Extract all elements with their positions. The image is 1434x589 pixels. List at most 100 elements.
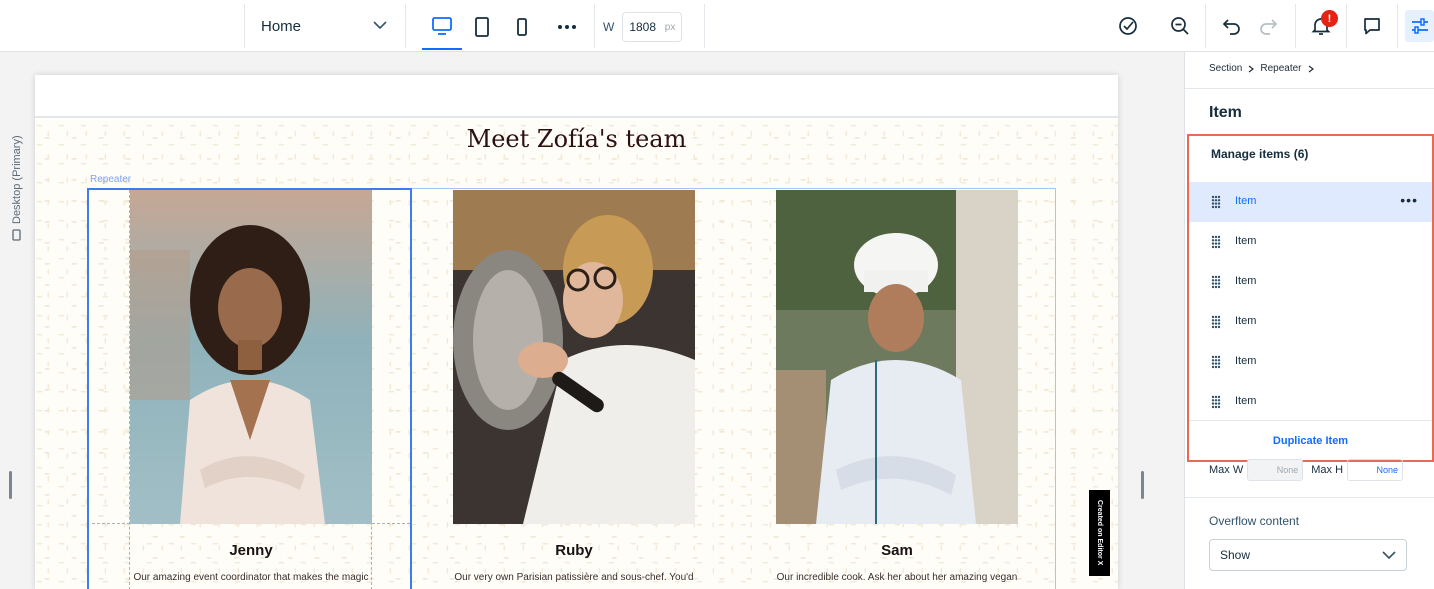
overflow-label: Overflow content [1209, 514, 1300, 528]
comment-icon [1364, 18, 1380, 35]
zoom-out-button[interactable] [1164, 10, 1196, 42]
desktop-view-button[interactable] [422, 4, 462, 50]
drag-handle-icon[interactable] [1211, 275, 1221, 289]
toolbar-divider [594, 4, 595, 48]
max-size-row: Max W None Max H None [1209, 459, 1411, 481]
chevron-right-icon [1308, 65, 1314, 72]
site-page: Meet Zofía's team Repeater Jenny Our ama… [35, 75, 1118, 589]
section-title[interactable]: Meet Zofía's team [35, 125, 1118, 153]
drag-handle-icon[interactable] [1211, 195, 1221, 209]
page-selector[interactable]: Home [245, 4, 405, 48]
team-section[interactable]: Meet Zofía's team Repeater Jenny Our ama… [35, 120, 1118, 589]
manage-item-row[interactable]: Item [1189, 262, 1432, 302]
overflow-value: Show [1220, 548, 1251, 562]
width-value: 1808 [629, 20, 657, 34]
manage-item-label: Item [1235, 275, 1257, 287]
drag-handle-icon[interactable] [1211, 235, 1221, 249]
redo-button[interactable] [1252, 10, 1284, 42]
tablet-icon [475, 17, 489, 37]
breadcrumb: Section Repeater [1209, 63, 1314, 74]
manage-item-label: Item [1235, 395, 1257, 407]
chevron-down-icon [373, 21, 387, 30]
max-h-value: None [1376, 465, 1399, 475]
zoom-out-icon [1171, 17, 1189, 35]
drag-handle-icon[interactable] [1211, 355, 1221, 369]
more-breakpoints-button[interactable] [547, 4, 587, 50]
manage-item-label: Item [1235, 355, 1257, 367]
toolbar-divider [1205, 4, 1206, 48]
breadcrumb-section[interactable]: Section [1209, 63, 1242, 74]
settings-icon [1411, 18, 1428, 34]
overflow-dropdown[interactable]: Show [1209, 539, 1407, 571]
team-bio[interactable]: Our incredible cook. Ask her about her a… [767, 572, 1027, 583]
created-on-editor-x-badge[interactable]: Created on Editor X [1089, 490, 1110, 576]
tablet-view-button[interactable] [462, 4, 502, 50]
manage-item-row[interactable]: Item ••• [1189, 182, 1432, 222]
team-bio[interactable]: Our very own Parisian patissière and sou… [444, 572, 704, 583]
toolbar-divider [1346, 4, 1347, 48]
manage-items-section: Manage items (6) Item ••• Item Item Item… [1187, 134, 1434, 462]
undo-icon [1222, 19, 1240, 35]
width-label: W [603, 20, 615, 34]
team-name[interactable]: Jenny [130, 542, 372, 559]
manage-divider [1189, 420, 1432, 421]
max-h-input[interactable]: None [1347, 459, 1404, 481]
toolbar-divider [704, 4, 705, 48]
max-w-value: None [1276, 465, 1299, 475]
max-h-label: Max H [1311, 464, 1344, 476]
drag-handle-icon[interactable] [1211, 395, 1221, 409]
team-photo-sam[interactable] [776, 190, 1018, 524]
manage-item-label: Item [1235, 195, 1257, 207]
panel-title: Item [1209, 104, 1242, 121]
right-resize-handle[interactable] [1141, 471, 1144, 499]
width-field: W 1808 px [603, 12, 683, 42]
manage-items-title: Manage items (6) [1211, 147, 1309, 161]
inspector-panel: Section Repeater Item Manage items (6) I… [1184, 52, 1434, 589]
desktop-icon [432, 17, 452, 35]
width-input[interactable]: 1808 px [622, 12, 683, 42]
repeater-label: Repeater [90, 174, 132, 185]
mobile-view-button[interactable] [502, 4, 542, 50]
panel-divider [1185, 497, 1434, 498]
duplicate-item-button[interactable]: Duplicate Item [1189, 435, 1432, 447]
desktop-small-icon [10, 228, 24, 242]
manage-item-row[interactable]: Item [1189, 222, 1432, 262]
page-header[interactable] [35, 75, 1118, 118]
team-name[interactable]: Ruby [453, 542, 695, 559]
team-bio[interactable]: Our amazing event coordinator that makes… [121, 572, 381, 583]
width-unit: px [664, 21, 676, 33]
manage-item-label: Item [1235, 315, 1257, 327]
redo-icon [1260, 19, 1278, 35]
more-options-icon[interactable]: ••• [1400, 192, 1418, 208]
max-w-label: Max W [1209, 464, 1244, 476]
mobile-icon [517, 18, 527, 36]
top-toolbar: Home W 1808 px ! [0, 0, 1434, 52]
toolbar-divider [1295, 4, 1296, 48]
chevron-down-icon [1382, 551, 1396, 560]
toolbar-divider [1397, 4, 1398, 48]
comments-button[interactable] [1356, 10, 1388, 42]
checkmark-icon [1119, 17, 1137, 35]
page-selector-label: Home [261, 17, 302, 35]
breadcrumb-repeater[interactable]: Repeater [1260, 63, 1301, 74]
panel-divider [1185, 88, 1434, 89]
more-icon [558, 25, 576, 29]
left-resize-handle[interactable] [9, 471, 12, 499]
manage-item-row[interactable]: Item [1189, 302, 1432, 342]
editor-canvas: Desktop (Primary) Meet Zofía's team Repe… [0, 52, 1184, 589]
manage-item-label: Item [1235, 235, 1257, 247]
publish-check-button[interactable] [1112, 10, 1144, 42]
inspector-toggle-button[interactable] [1405, 10, 1434, 42]
toolbar-divider [405, 4, 406, 48]
notification-badge: ! [1321, 10, 1338, 27]
team-name[interactable]: Sam [776, 542, 1018, 559]
undo-button[interactable] [1216, 10, 1248, 42]
drag-handle-icon[interactable] [1211, 315, 1221, 329]
team-photo-jenny[interactable] [130, 190, 372, 524]
breakpoint-label: Desktop (Primary) [11, 135, 23, 224]
manage-item-row[interactable]: Item [1189, 382, 1432, 422]
manage-item-row[interactable]: Item [1189, 342, 1432, 382]
max-w-input[interactable]: None [1247, 459, 1304, 481]
chevron-right-icon [1248, 65, 1255, 72]
team-photo-ruby[interactable] [453, 190, 695, 524]
